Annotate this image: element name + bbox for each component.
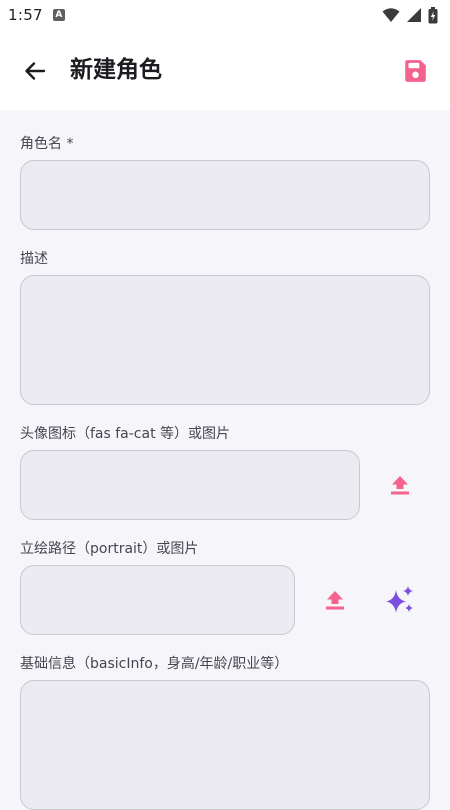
status-right — [382, 6, 438, 24]
back-button[interactable] — [20, 56, 50, 86]
app-bar: 新建角色 — [0, 30, 450, 110]
wifi-icon — [382, 8, 400, 22]
name-label: 角色名 * — [20, 136, 74, 152]
description-label: 描述 — [20, 251, 48, 267]
avatar-upload-button[interactable] — [382, 467, 418, 503]
avatar-input[interactable] — [20, 450, 360, 520]
portrait-upload-button[interactable] — [317, 582, 353, 618]
basic-info-label: 基础信息（basicInfo，身高/年龄/职业等） — [20, 656, 289, 672]
status-bar: 1:57 A — [0, 0, 450, 30]
notification-app-icon: A — [52, 9, 65, 21]
form-content: 角色名 * 描述 头像图标（fas fa-cat 等）或图片 立绘路径（port… — [0, 110, 450, 810]
portrait-label: 立绘路径（portrait）或图片 — [20, 541, 199, 557]
upload-icon — [326, 591, 344, 610]
save-icon — [405, 60, 426, 82]
arrow-left-icon — [25, 62, 46, 80]
portrait-generate-button[interactable] — [382, 582, 418, 618]
portrait-input[interactable] — [20, 565, 295, 635]
avatar-label: 头像图标（fas fa-cat 等）或图片 — [20, 426, 231, 442]
battery-icon — [428, 6, 438, 23]
name-input[interactable] — [20, 160, 430, 230]
status-time: 1:57 — [8, 6, 43, 24]
basic-info-input[interactable] — [20, 680, 430, 810]
status-left: 1:57 A — [8, 6, 65, 24]
save-button[interactable] — [400, 56, 430, 86]
signal-icon — [407, 8, 421, 22]
upload-icon — [391, 476, 409, 495]
page-title: 新建角色 — [70, 57, 162, 83]
sparkles-icon — [386, 586, 413, 613]
description-input[interactable] — [20, 275, 430, 405]
